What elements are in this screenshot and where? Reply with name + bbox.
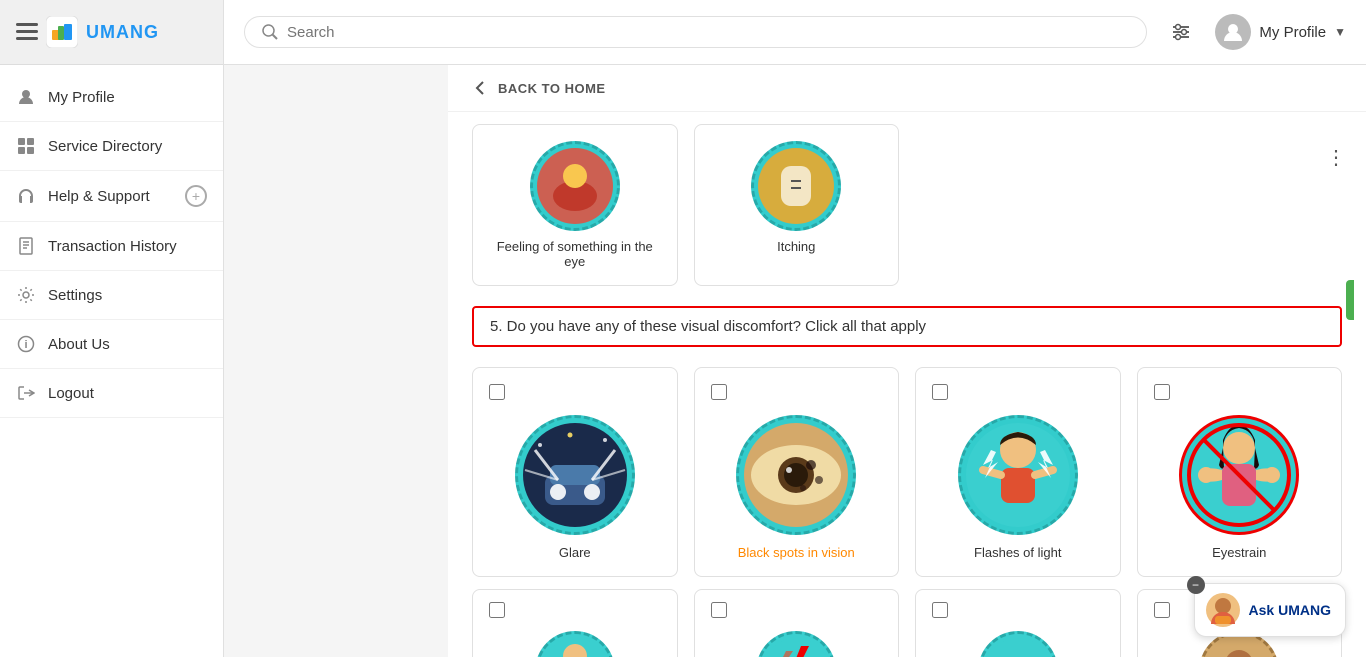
checkbox-black-spots-area[interactable] — [711, 384, 727, 405]
sidebar-navigation: My Profile Service Directory Help & Supp… — [0, 65, 223, 418]
option-label-glare: Glare — [559, 545, 591, 560]
umang-logo: UMANG — [16, 16, 159, 48]
minimize-widget-button[interactable]: − — [1187, 576, 1205, 594]
question-text: 5. Do you have any of these visual disco… — [490, 318, 926, 335]
ask-umang-widget[interactable]: − Ask UMANG — [1194, 583, 1346, 637]
option-label-flashes: Flashes of light — [974, 545, 1061, 560]
search-input[interactable] — [287, 24, 1130, 41]
more-options-icon[interactable]: ⋮ — [1326, 145, 1346, 170]
partial-card-3[interactable] — [915, 589, 1121, 657]
sidebar-logo-area: UMANG — [0, 0, 223, 65]
profile-name: My Profile — [1259, 24, 1326, 41]
card-itching[interactable]: Itching — [694, 124, 900, 286]
profile-area[interactable]: My Profile ▼ — [1215, 14, 1346, 50]
sidebar-item-logout[interactable]: Logout — [0, 369, 223, 418]
back-arrow-icon — [472, 79, 490, 97]
option-image-black-spots — [736, 415, 856, 535]
card-feeling[interactable]: Feeling of something in the eye — [472, 124, 678, 286]
option-image-flashes — [958, 415, 1078, 535]
card-itching-label: Itching — [777, 239, 815, 254]
card-feeling-label: Feeling of something in the eye — [489, 239, 661, 269]
question-banner: 5. Do you have any of these visual disco… — [472, 306, 1342, 347]
ask-umang-label: Ask UMANG — [1249, 602, 1331, 618]
sidebar-item-help-support[interactable]: Help & Support + — [0, 171, 223, 222]
sidebar-item-my-profile[interactable]: My Profile — [0, 73, 223, 122]
avatar — [1215, 14, 1251, 50]
top-cards-row: Feeling of something in the eye Itching — [448, 112, 1366, 298]
partial-image-1 — [535, 631, 615, 657]
gear-icon — [16, 285, 36, 305]
app-name: UMANG — [86, 22, 159, 43]
sidebar-item-transaction-history[interactable]: Transaction History — [0, 222, 223, 271]
option-card-flashes[interactable]: Flashes of light — [915, 367, 1121, 577]
hamburger-icon[interactable] — [16, 23, 38, 41]
empty-card-4 — [1137, 124, 1343, 286]
sidebar-item-service-directory[interactable]: Service Directory — [0, 122, 223, 171]
option-card-black-spots[interactable]: Black spots in vision — [694, 367, 900, 577]
chevron-down-icon: ▼ — [1334, 25, 1346, 39]
option-card-eyestrain[interactable]: Eyestrain — [1137, 367, 1343, 577]
umang-logo-icon — [46, 16, 78, 48]
partial-card-2[interactable] — [694, 589, 900, 657]
card-itching-image — [751, 141, 841, 231]
checkbox-eyestrain-area[interactable] — [1154, 384, 1170, 405]
info-icon: i — [16, 334, 36, 354]
sidebar-item-settings[interactable]: Settings — [0, 271, 223, 320]
back-to-home-label: BACK TO HOME — [498, 81, 606, 96]
back-to-home-nav[interactable]: BACK TO HOME — [448, 65, 1366, 112]
checkbox-flashes-area[interactable] — [932, 384, 948, 405]
main-content: BACK TO HOME ⋮ Feeling of something in t… — [448, 65, 1366, 657]
sidebar-label-transaction-history: Transaction History — [48, 238, 177, 255]
sidebar-label-settings: Settings — [48, 287, 102, 304]
option-card-glare[interactable]: Glare — [472, 367, 678, 577]
option-image-eyestrain — [1179, 415, 1299, 535]
help-support-expand-button[interactable]: + — [185, 185, 207, 207]
logout-icon — [16, 383, 36, 403]
receipt-icon — [16, 236, 36, 256]
checkbox-partial-3[interactable] — [932, 602, 948, 618]
sidebar: UMANG My Profile Service Directory Help … — [0, 0, 224, 657]
checkbox-partial-1[interactable] — [489, 602, 505, 618]
sidebar-label-logout: Logout — [48, 385, 94, 402]
ask-umang-avatar — [1205, 592, 1241, 628]
svg-text:i: i — [24, 339, 27, 351]
checkbox-black-spots[interactable] — [711, 384, 727, 400]
sidebar-label-my-profile: My Profile — [48, 89, 115, 106]
option-label-eyestrain: Eyestrain — [1212, 545, 1266, 560]
checkbox-glare[interactable] — [489, 384, 505, 400]
partial-image-2 — [756, 631, 836, 657]
checkbox-eyestrain[interactable] — [1154, 384, 1170, 400]
grid-icon — [16, 136, 36, 156]
sidebar-label-about-us: About Us — [48, 336, 110, 353]
checkbox-partial-4[interactable] — [1154, 602, 1170, 618]
option-label-black-spots: Black spots in vision — [738, 545, 855, 560]
search-bar[interactable] — [244, 16, 1147, 48]
header: My Profile ▼ — [224, 0, 1366, 65]
search-icon — [261, 23, 279, 41]
sidebar-item-about-us[interactable]: i About Us — [0, 320, 223, 369]
empty-card-3 — [915, 124, 1121, 286]
card-feeling-image — [530, 141, 620, 231]
person-icon — [16, 87, 36, 107]
options-grid: Glare Black s — [448, 355, 1366, 589]
partial-card-1[interactable] — [472, 589, 678, 657]
checkbox-partial-2[interactable] — [711, 602, 727, 618]
sidebar-label-service-directory: Service Directory — [48, 138, 162, 155]
checkbox-glare-area[interactable] — [489, 384, 505, 405]
green-accent-bar — [1346, 280, 1354, 320]
option-image-glare — [515, 415, 635, 535]
filter-icon[interactable] — [1163, 14, 1199, 50]
headset-icon — [16, 186, 36, 206]
sidebar-label-help-support: Help & Support — [48, 188, 150, 205]
checkbox-flashes[interactable] — [932, 384, 948, 400]
partial-image-3 — [978, 631, 1058, 657]
